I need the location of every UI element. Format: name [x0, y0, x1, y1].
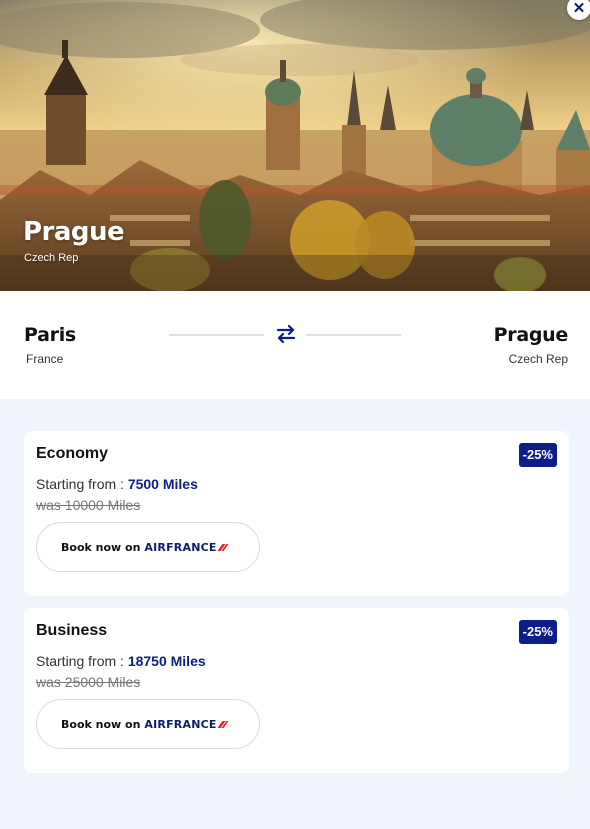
price-line: Starting from : 18750 Miles	[36, 653, 206, 669]
route-line-right	[306, 334, 401, 336]
cabin-title: Economy	[36, 445, 109, 462]
close-button[interactable]: ✕	[567, 0, 590, 20]
book-now-button[interactable]: Book now on AIRFRANCE	[36, 699, 260, 749]
book-label: Book now on	[61, 717, 141, 731]
destination-city: Prague	[493, 324, 569, 346]
price-line: Starting from : 7500 Miles	[36, 476, 198, 492]
starting-label: Starting from :	[36, 653, 128, 669]
starting-label: Starting from :	[36, 476, 128, 492]
book-now-button[interactable]: Book now on AIRFRANCE	[36, 522, 260, 572]
destination-country-label: Czech Rep	[508, 352, 568, 366]
was-price: was 25000 Miles	[36, 674, 141, 690]
airfrance-slash-icon	[218, 721, 228, 727]
origin-country: France	[26, 352, 64, 366]
discount-badge: -25%	[518, 620, 557, 644]
destination-title: Prague	[23, 217, 125, 247]
airline-name: AIRFRANCE	[144, 540, 217, 554]
offer-card-economy: Economy -25% Starting from : 7500 Miles …	[24, 431, 569, 596]
close-icon: ✕	[572, 0, 586, 17]
airfrance-slash-icon	[218, 544, 228, 550]
hero-image: Prague Czech Rep	[0, 0, 590, 291]
cabin-title: Business	[36, 622, 108, 639]
book-label: Book now on	[61, 540, 141, 554]
miles-price: 18750 Miles	[127, 653, 206, 669]
airline-name: AIRFRANCE	[144, 717, 217, 731]
prague-skyline-illustration	[0, 0, 590, 291]
swap-arrows-icon[interactable]	[274, 324, 298, 344]
airfrance-logo: AIRFRANCE	[144, 541, 227, 554]
route-section: Paris France Prague Czech Rep	[0, 291, 590, 399]
was-price: was 10000 Miles	[36, 497, 141, 513]
origin-city: Paris	[24, 324, 76, 346]
offer-card-business: Business -25% Starting from : 18750 Mile…	[24, 608, 569, 773]
origin: Paris France	[24, 324, 76, 366]
destination: Prague Czech Rep	[493, 324, 569, 366]
offers-section: Economy -25% Starting from : 7500 Miles …	[0, 399, 590, 829]
airfrance-logo: AIRFRANCE	[144, 718, 227, 731]
destination-country: Czech Rep	[24, 252, 79, 264]
miles-price: 7500 Miles	[127, 476, 198, 492]
route-line-left	[169, 334, 264, 336]
discount-badge: -25%	[518, 443, 557, 467]
